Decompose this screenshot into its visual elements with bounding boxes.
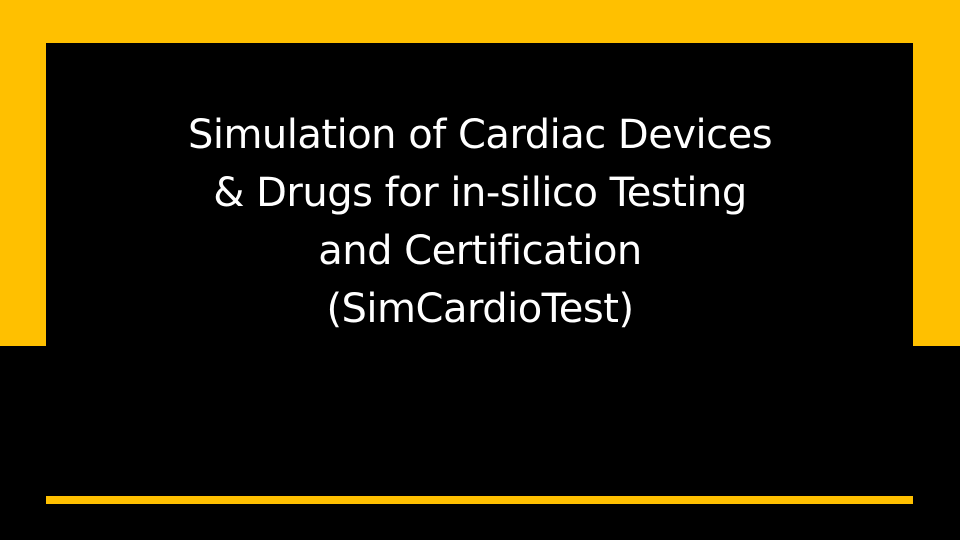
- title-container: Simulation of Cardiac Devices & Drugs fo…: [100, 106, 860, 366]
- slide-title-line-3: and Certification: [318, 228, 642, 274]
- slide-title-line-4: (SimCardioTest): [326, 286, 634, 332]
- slide-title-line-1: Simulation of Cardiac Devices: [187, 112, 773, 158]
- slide: Simulation of Cardiac Devices & Drugs fo…: [0, 0, 960, 540]
- slide-title-line-2: & Drugs for in-silico Testing: [213, 170, 747, 216]
- slide-title: Simulation of Cardiac Devices & Drugs fo…: [187, 106, 773, 338]
- accent-bottom-rule: [46, 496, 913, 504]
